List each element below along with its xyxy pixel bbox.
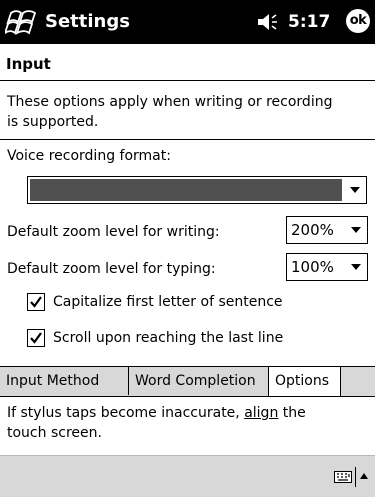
checkmark-icon [30,332,42,344]
chevron-down-icon [351,227,361,233]
voice-format-dropdown[interactable] [27,176,367,204]
chevron-down-icon [351,264,361,270]
tab-word-completion[interactable]: Word Completion [129,367,268,395]
capitalize-checkbox[interactable] [27,293,45,311]
page-title: Input [6,55,51,73]
sip-divider [355,467,356,487]
keyboard-icon[interactable] [334,471,352,483]
options-description: These options apply when writing or reco… [7,94,333,130]
heading-divider [0,80,375,81]
ok-button[interactable]: ok [346,9,370,33]
voice-format-value [30,179,342,201]
zoom-typing-value: 100% [291,258,334,276]
zoom-typing-label: Default zoom level for typing: [7,261,216,277]
align-link[interactable]: align [244,405,278,421]
capitalize-label[interactable]: Capitalize first letter of sentence [53,292,283,312]
checkmark-icon [30,296,42,308]
tab-options[interactable]: Options [268,367,341,396]
menu-bar [0,455,375,497]
zoom-writing-value: 200% [291,221,334,239]
sip-arrow-up-icon[interactable] [360,473,368,479]
description-divider [0,139,375,140]
windows-flag-icon[interactable] [5,8,39,36]
tab-bar: Input Method Word Completion Options [0,367,375,396]
clock[interactable]: 5:17 [288,12,330,32]
chevron-down-icon [350,187,360,193]
tab-input-method[interactable]: Input Method [0,367,128,395]
app-title: Settings [45,11,130,32]
scroll-last-line-label[interactable]: Scroll upon reaching the last line [53,328,283,348]
align-hint-text: If stylus taps become inaccurate, align … [7,405,306,441]
title-bar: Settings 5:17 ok [0,0,375,44]
zoom-writing-dropdown[interactable]: 200% [286,216,368,244]
voice-format-label: Voice recording format: [7,148,171,164]
scroll-last-line-checkbox[interactable] [27,329,45,347]
zoom-typing-dropdown[interactable]: 100% [286,253,368,281]
zoom-writing-label: Default zoom level for writing: [7,224,220,240]
volume-icon[interactable] [256,11,282,33]
tabs-bottom-divider [0,396,375,397]
